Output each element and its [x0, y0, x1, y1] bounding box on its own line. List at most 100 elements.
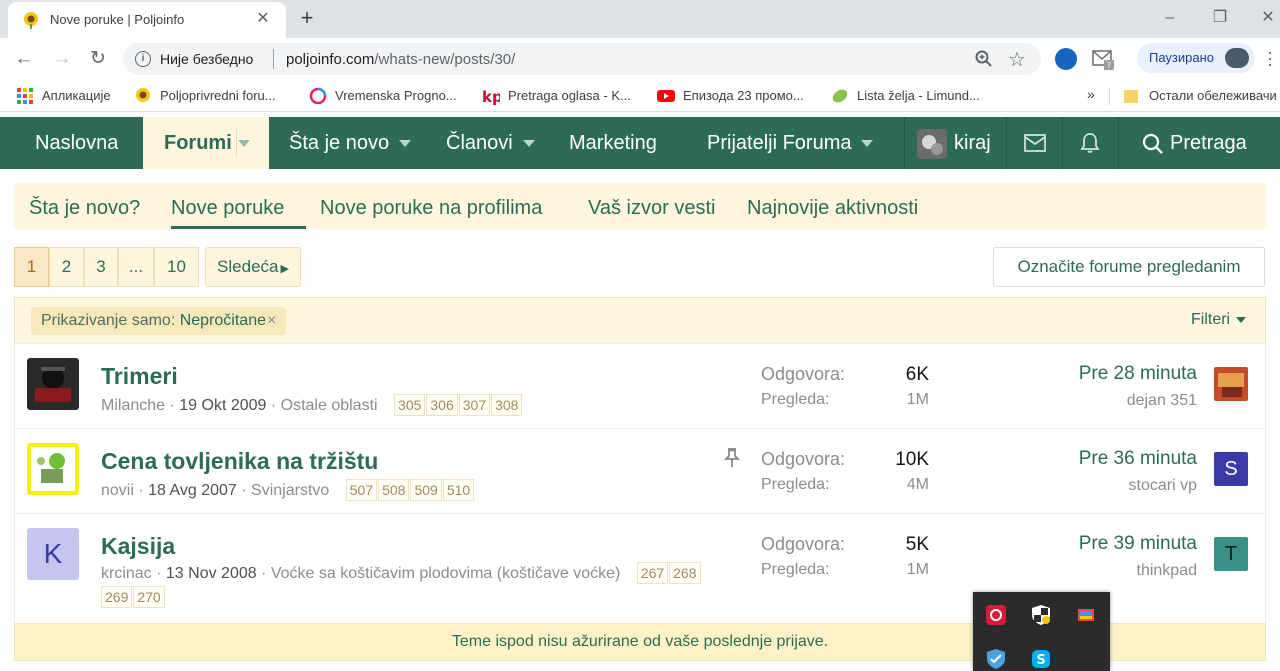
last-post-time-link[interactable]: Pre 39 minuta	[1079, 533, 1197, 555]
remove-filter-icon[interactable]: ×	[267, 312, 276, 329]
info-icon[interactable]: i	[135, 51, 151, 67]
back-icon[interactable]: ←	[12, 47, 36, 71]
close-tab-icon[interactable]: ✕	[254, 10, 272, 28]
author-avatar[interactable]	[27, 358, 79, 410]
thread-title-link[interactable]: Trimeri	[101, 363, 178, 390]
nav-forumi[interactable]: Forumi	[143, 117, 269, 169]
subnav-nove-poruke-profilima[interactable]: Nove poruke na profilima	[320, 197, 542, 220]
last-post-time-link[interactable]: Pre 36 minuta	[1079, 448, 1197, 470]
skype-icon[interactable]: S	[1030, 648, 1052, 670]
thread-forum-link[interactable]: Voćke sa koštičavim plodovima (koštičave…	[271, 565, 620, 582]
thread-forum-link[interactable]: Ostale oblasti	[281, 397, 378, 414]
zoom-icon[interactable]	[974, 49, 994, 69]
mail-checker-icon[interactable]: ?	[1092, 48, 1114, 70]
thread-page-link[interactable]: 307	[458, 394, 491, 416]
bookmark-youtube[interactable]: Епизода 23 промо...	[657, 87, 817, 105]
thread-page-link[interactable]: 269	[101, 586, 133, 608]
thread-page-link[interactable]: 305	[394, 394, 426, 416]
chevron-down-icon[interactable]	[399, 140, 412, 148]
subnav-vas-izvor-vesti[interactable]: Vaš izvor vesti	[588, 197, 715, 220]
thread-page-link[interactable]: 508	[378, 479, 410, 501]
bookmark-poljoprivredni[interactable]: Poljoprivredni foru...	[134, 87, 299, 105]
thread-page-link[interactable]: 509	[410, 479, 442, 501]
thread-page-link[interactable]: 308	[491, 394, 523, 416]
last-poster-avatar[interactable]: S	[1214, 452, 1248, 486]
extension-globe-icon[interactable]	[1055, 48, 1077, 70]
page-1-button[interactable]: 1	[14, 247, 49, 287]
other-bookmarks-folder[interactable]: Остали обележивачи	[1123, 87, 1280, 105]
thread-start-date[interactable]: 13 Nov 2008	[166, 565, 257, 582]
active-filter-chip[interactable]: Prikazivanje samo: Nepročitane×	[31, 307, 287, 335]
inbox-envelope-icon[interactable]	[1024, 134, 1046, 152]
bookmark-vremenska[interactable]: Vremenska Progno...	[309, 87, 469, 105]
last-poster-avatar[interactable]	[1214, 367, 1248, 401]
security-label[interactable]: Није безбедно	[160, 51, 253, 67]
last-poster-link[interactable]: dejan 351	[1127, 392, 1197, 410]
thread-page-link[interactable]: 507	[345, 479, 378, 501]
subnav-sta-je-novo[interactable]: Šta je novo?	[29, 197, 140, 220]
forumi-dropdown-icon[interactable]	[238, 140, 250, 147]
thread-page-link[interactable]: 268	[669, 562, 701, 584]
antivirus-icon[interactable]	[985, 604, 1007, 626]
bookmark-limundo[interactable]: Lista želja - Limund...	[831, 87, 1001, 105]
bookmarks-overflow-button[interactable]: »	[1087, 86, 1095, 102]
bookmark-kp[interactable]: kp Pretraga oglasa - K...	[482, 87, 642, 105]
reload-icon[interactable]: ↻	[86, 47, 110, 71]
last-poster-avatar[interactable]: T	[1214, 537, 1248, 571]
thread-author-link[interactable]: novii	[101, 482, 134, 499]
new-tab-button[interactable]: +	[296, 6, 318, 30]
minimize-icon[interactable]: –	[1160, 8, 1180, 28]
last-post-time-link[interactable]: Pre 28 minuta	[1079, 363, 1197, 385]
thread-page-link[interactable]: 270	[133, 586, 165, 608]
thread-start-date[interactable]: 18 Avg 2007	[148, 482, 237, 499]
chevron-down-icon[interactable]	[861, 140, 874, 148]
thread-page-link[interactable]: 267	[636, 562, 669, 584]
thread-start-date[interactable]: 19 Okt 2009	[179, 397, 266, 414]
page-ellipsis-button[interactable]: ...	[118, 247, 154, 287]
thread-author-link[interactable]: Milanche	[101, 397, 165, 414]
user-avatar[interactable]	[917, 129, 947, 159]
author-avatar[interactable]	[27, 443, 79, 495]
nav-search-button[interactable]: Pretraga	[1128, 117, 1280, 169]
thread-row[interactable]: Cena tovljenika na tržištu novii · 18 Av…	[15, 428, 1265, 513]
forward-icon[interactable]: →	[50, 47, 74, 71]
url-text[interactable]: poljoinfo.com/whats-new/posts/30/	[286, 51, 515, 68]
author-avatar[interactable]: K	[27, 528, 79, 580]
defender-shield-icon[interactable]	[985, 648, 1007, 670]
last-poster-link[interactable]: stocari vp	[1129, 477, 1197, 495]
thread-author-link[interactable]: krcinac	[101, 565, 152, 582]
chevron-down-icon[interactable]	[522, 140, 535, 148]
restore-icon[interactable]: ❐	[1210, 8, 1230, 28]
nav-clanovi[interactable]: Članovi	[446, 117, 535, 169]
close-window-icon[interactable]: ✕	[1258, 8, 1278, 28]
security-shield-icon[interactable]	[1030, 604, 1052, 626]
mark-forums-read-button[interactable]: Označite forume pregledanim	[993, 247, 1265, 287]
subnav-najnovije-aktivnosti[interactable]: Najnovije aktivnosti	[747, 197, 918, 220]
thread-title-link[interactable]: Kajsija	[101, 533, 175, 560]
browser-menu-icon[interactable]: · · ·	[1266, 43, 1274, 73]
subnav-nove-poruke[interactable]: Nove poruke	[171, 197, 284, 220]
nav-prijatelji-foruma[interactable]: Prijatelji Foruma	[707, 117, 874, 169]
last-poster-link[interactable]: thinkpad	[1137, 562, 1198, 580]
page-3-button[interactable]: 3	[84, 247, 118, 287]
thread-title-link[interactable]: Cena tovljenika na tržištu	[101, 448, 378, 475]
thread-forum-link[interactable]: Svinjarstvo	[251, 482, 329, 499]
next-page-button[interactable]: Sledeća ▶	[205, 247, 301, 287]
nav-sta-je-novo[interactable]: Šta je novo	[289, 117, 412, 169]
graphics-panel-icon[interactable]	[1075, 604, 1097, 626]
address-bar[interactable]: i Није безбедно poljoinfo.com/whats-new/…	[123, 43, 1041, 75]
notification-bell-icon[interactable]	[1080, 132, 1100, 154]
browser-tab[interactable]: Nove poruke | Poljoinfo ✕	[8, 2, 286, 38]
page-2-button[interactable]: 2	[49, 247, 84, 287]
bookmark-apps[interactable]: Апликације	[16, 87, 126, 105]
bookmark-star-icon[interactable]: ☆	[1008, 47, 1026, 72]
nav-marketing[interactable]: Marketing	[569, 117, 657, 169]
nav-username[interactable]: kiraj	[954, 117, 991, 169]
thread-page-link[interactable]: 510	[442, 479, 475, 501]
page-10-button[interactable]: 10	[154, 247, 199, 287]
filters-dropdown-button[interactable]: Filteri	[1191, 311, 1247, 329]
thread-page-link[interactable]: 306	[426, 394, 458, 416]
nav-naslovna[interactable]: Naslovna	[0, 117, 154, 169]
thread-row[interactable]: Trimeri Milanche · 19 Okt 2009 · Ostale …	[15, 343, 1265, 428]
profile-paused-button[interactable]: Паузирано	[1137, 43, 1255, 73]
